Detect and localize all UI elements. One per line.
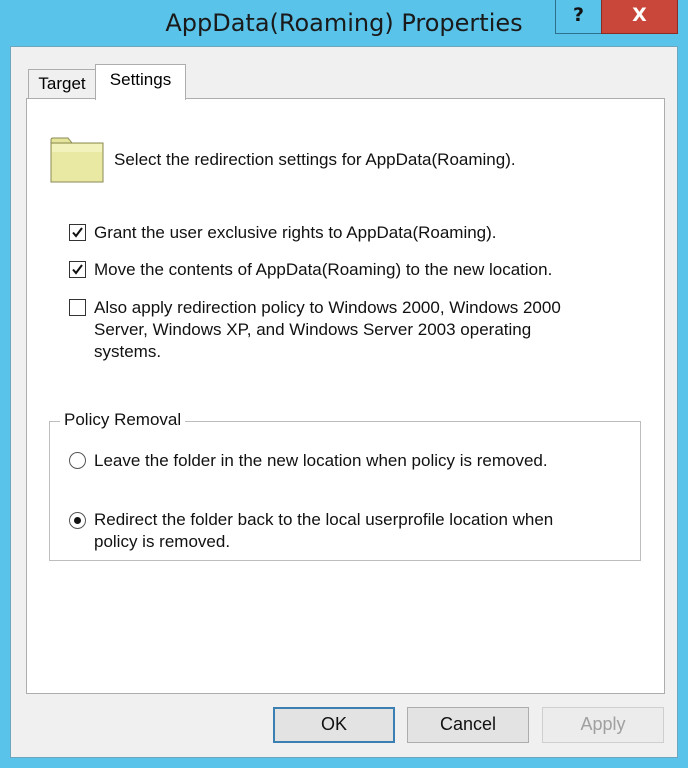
apply-button[interactable]: Apply xyxy=(542,707,664,743)
policy-removal-legend: Policy Removal xyxy=(60,410,186,430)
leave-folder-radio[interactable] xyxy=(69,452,86,469)
settings-tab-panel: Select the redirection settings for AppD… xyxy=(26,98,665,694)
grant-exclusive-rights-label[interactable]: Grant the user exclusive rights to AppDa… xyxy=(94,222,497,244)
redirect-back-radio[interactable] xyxy=(69,512,86,529)
title-bar[interactable]: AppData(Roaming) Properties ? X xyxy=(0,0,688,46)
settings-header-text: Select the redirection settings for AppD… xyxy=(114,150,516,169)
properties-dialog: AppData(Roaming) Properties ? X Target S… xyxy=(0,0,688,768)
apply-legacy-os-label-line2[interactable]: Server, Windows XP, and Windows Server 2… xyxy=(94,319,531,341)
radio-selected-dot xyxy=(74,517,81,524)
move-contents-checkbox[interactable] xyxy=(69,261,86,278)
redirect-back-label-line1[interactable]: Redirect the folder back to the local us… xyxy=(94,509,553,531)
folder-icon xyxy=(50,137,104,183)
redirect-back-label-line2[interactable]: policy is removed. xyxy=(94,531,230,553)
dialog-client-area: Target Settings Select the redirection s… xyxy=(10,46,678,758)
apply-legacy-os-label-line3[interactable]: systems. xyxy=(94,341,161,363)
tab-settings[interactable]: Settings xyxy=(95,64,186,100)
apply-legacy-os-label-line1[interactable]: Also apply redirection policy to Windows… xyxy=(94,297,561,319)
move-contents-label[interactable]: Move the contents of AppData(Roaming) to… xyxy=(94,259,552,281)
help-button[interactable]: ? xyxy=(555,0,602,34)
apply-legacy-os-checkbox[interactable] xyxy=(69,299,86,316)
leave-folder-label[interactable]: Leave the folder in the new location whe… xyxy=(94,450,548,472)
policy-removal-group: Policy Removal Leave the folder in the n… xyxy=(49,410,641,561)
checkmark-icon xyxy=(72,227,83,238)
checkmark-icon xyxy=(72,264,83,275)
tab-target[interactable]: Target xyxy=(28,69,96,99)
cancel-button[interactable]: Cancel xyxy=(407,707,529,743)
ok-button[interactable]: OK xyxy=(273,707,395,743)
close-button[interactable]: X xyxy=(601,0,678,34)
grant-exclusive-rights-checkbox[interactable] xyxy=(69,224,86,241)
